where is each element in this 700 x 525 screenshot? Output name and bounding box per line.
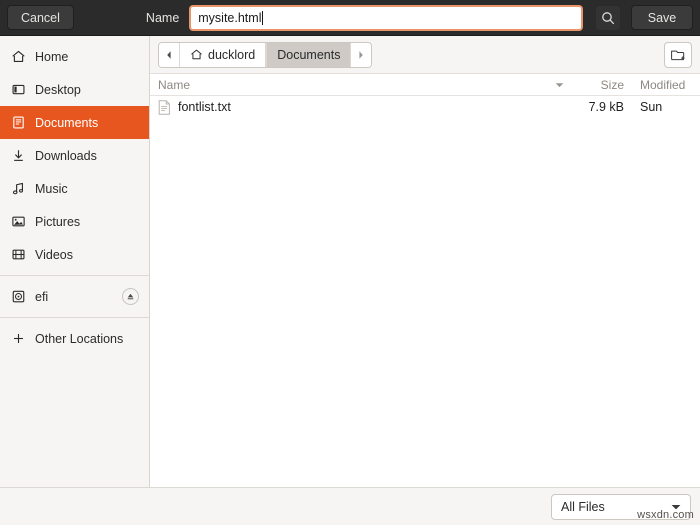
documents-icon [10,115,26,131]
breadcrumb: ducklord Documents [158,41,373,68]
desktop-icon [10,82,26,98]
file-size-cell: 7.9 kB [588,100,624,114]
search-icon [601,11,615,25]
new-folder-icon [670,47,686,63]
sidebar-item-desktop[interactable]: Desktop [0,73,149,106]
sort-descending-icon [555,82,564,88]
breadcrumb-back-button[interactable] [159,42,179,67]
sidebar-item-pictures[interactable]: Pictures [0,205,149,238]
new-folder-button[interactable] [664,41,692,68]
breadcrumb-forward-button[interactable] [351,42,372,67]
sidebar-item-label: Downloads [35,148,97,163]
home-icon [190,48,203,61]
music-icon [10,181,26,197]
column-header-name[interactable]: Name [150,78,574,92]
chevron-right-icon [357,50,365,60]
file-name-cell: fontlist.txt [150,99,574,115]
sidebar-item-label: efi [35,289,49,304]
search-button[interactable] [595,4,621,31]
dialog-footer: All Files wsxdn.com [0,487,700,525]
path-bar: ducklord Documents [150,36,700,74]
column-header-size-label: Size [600,77,624,92]
sidebar-item-efi[interactable]: efi [0,280,149,313]
sidebar-item-documents[interactable]: Documents [0,106,149,139]
file-name-label: fontlist.txt [178,100,231,114]
file-list[interactable]: fontlist.txt 7.9 kB Sun [150,96,700,487]
sidebar-item-downloads[interactable]: Downloads [0,139,149,172]
file-filter-label: All Files [561,499,605,514]
downloads-icon [10,148,26,164]
places-sidebar: Home Desktop Documents Downloads Music P… [0,36,150,487]
sidebar-item-music[interactable]: Music [0,172,149,205]
sidebar-item-label: Desktop [35,82,81,97]
dialog-body: Home Desktop Documents Downloads Music P… [0,36,700,487]
column-header-modified-label: Modified [640,77,686,92]
filename-input-value: mysite.html [198,10,262,25]
breadcrumb-label: ducklord [208,47,256,62]
file-browser: ducklord Documents Name Size Modified fo… [150,36,700,487]
text-caret [262,10,264,25]
file-filter-dropdown[interactable]: All Files [551,493,691,520]
save-file-dialog: Cancel Name mysite.html Save Home Deskto… [0,0,700,525]
sidebar-item-label: Videos [35,247,73,262]
column-headers: Name Size Modified [150,74,700,96]
column-header-modified[interactable]: Modified [632,78,700,92]
sidebar-item-label: Other Locations [35,331,124,346]
home-icon [10,49,26,65]
sidebar-divider [0,275,149,276]
breadcrumb-item-documents[interactable]: Documents [266,42,352,67]
column-header-name-label: Name [158,77,191,92]
dialog-header-bar: Cancel Name mysite.html Save [0,0,700,36]
chevron-down-icon [671,504,681,510]
sidebar-item-label: Pictures [35,214,81,229]
filename-input[interactable]: mysite.html [189,4,583,31]
text-file-icon [158,99,171,115]
sidebar-item-videos[interactable]: Videos [0,238,149,271]
eject-icon[interactable] [122,288,139,305]
file-modified-cell: Sun [640,100,663,114]
plus-icon [10,331,26,347]
sidebar-item-label: Home [35,49,69,64]
chevron-left-icon [165,50,173,60]
column-header-size[interactable]: Size [574,78,632,92]
name-field-label: Name [145,10,180,25]
pictures-icon [10,214,26,230]
sidebar-divider-2 [0,317,149,318]
disc-icon [10,289,26,305]
save-button-label: Save [647,10,677,25]
cancel-button[interactable]: Cancel [7,5,74,30]
breadcrumb-label: Documents [277,47,341,62]
table-row[interactable]: fontlist.txt 7.9 kB Sun [150,96,700,118]
sidebar-item-home[interactable]: Home [0,40,149,73]
sidebar-item-label: Documents [35,115,99,130]
videos-icon [10,247,26,263]
sidebar-item-label: Music [35,181,68,196]
cancel-button-label: Cancel [21,10,60,25]
breadcrumb-item-ducklord[interactable]: ducklord [179,42,267,67]
sidebar-item-other-locations[interactable]: Other Locations [0,322,149,355]
save-button[interactable]: Save [631,5,693,30]
